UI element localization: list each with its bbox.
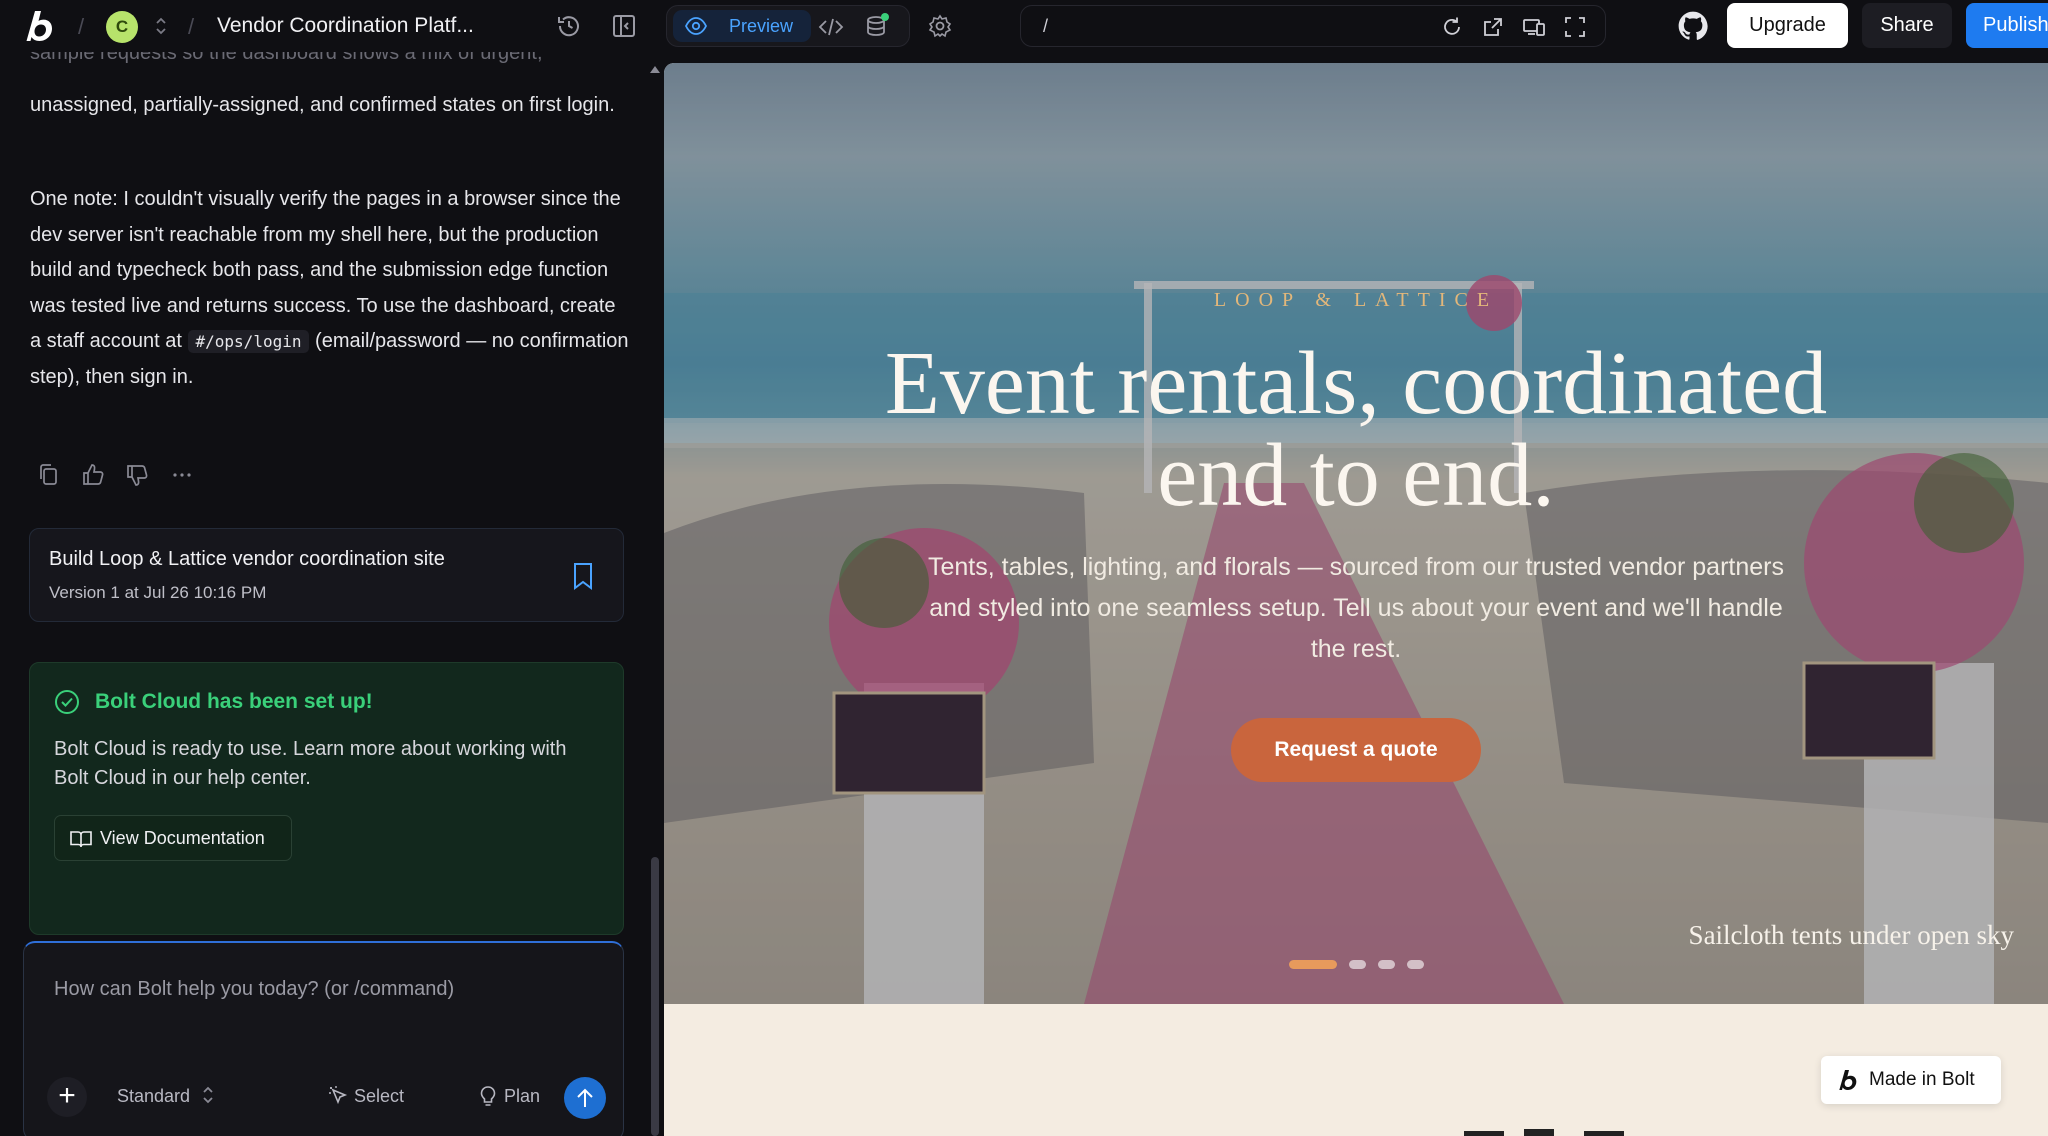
hero-title-line-1: Event rentals, coordinated: [884, 334, 1828, 433]
carousel-dot[interactable]: [1289, 960, 1337, 969]
version-timestamp: Version 1 at Jul 26 10:16 PM: [49, 583, 267, 602]
chevron-up-down-icon[interactable]: [154, 14, 168, 38]
chevron-up-down-icon[interactable]: [201, 1083, 215, 1107]
mode-selector[interactable]: Standard: [117, 1086, 190, 1107]
chat-panel: sample requests so the dashboard shows a…: [0, 52, 650, 1136]
site-preview: LOOP & LATTICE Event rentals, coordinate…: [664, 63, 2048, 1136]
hero-title: Event rentals, coordinated end to end.: [664, 338, 2048, 522]
open-external-icon[interactable]: [1481, 15, 1505, 39]
preview-tab[interactable]: Preview: [673, 10, 811, 42]
chat-note-text: One note: I couldn't visually verify the…: [30, 188, 621, 352]
section-heading-peek: [1464, 1129, 1624, 1136]
share-button[interactable]: Share: [1862, 3, 1952, 48]
cursor-select-icon: [329, 1086, 348, 1105]
hero-title-line-2: end to end.: [1157, 426, 1555, 525]
project-avatar[interactable]: C: [106, 11, 138, 43]
slide-caption: Sailcloth tents under open sky: [1688, 920, 2014, 950]
made-in-bolt-badge[interactable]: Made in Bolt: [1821, 1056, 2001, 1104]
database-icon[interactable]: [863, 12, 891, 40]
login-route-code: #/ops/login: [187, 330, 310, 353]
carousel-dot[interactable]: [1349, 960, 1366, 969]
bolt-logo-icon: [1839, 1070, 1857, 1090]
preview-url-bar[interactable]: /: [1020, 5, 1606, 47]
history-icon[interactable]: [555, 12, 583, 40]
bookmark-icon[interactable]: [570, 561, 596, 591]
code-icon[interactable]: [817, 13, 845, 41]
bolt-cloud-notice: Bolt Cloud has been set up! Bolt Cloud i…: [29, 662, 624, 935]
top-bar: / C / Vendor Coordination Platf... Previ…: [0, 0, 2048, 52]
chat-input-placeholder[interactable]: How can Bolt help you today? (or /comman…: [54, 978, 454, 1001]
toggle-sidebar-icon[interactable]: [610, 12, 638, 40]
brand-eyebrow: LOOP & LATTICE: [1213, 289, 1499, 311]
copy-icon[interactable]: [36, 462, 62, 488]
fullscreen-icon[interactable]: [1563, 15, 1587, 39]
plan-label: Plan: [504, 1086, 541, 1106]
settings-gear-icon[interactable]: [926, 12, 954, 40]
thumbs-down-icon[interactable]: [124, 462, 150, 488]
view-documentation-button[interactable]: View Documentation: [54, 815, 292, 861]
chat-message-paragraph: unassigned, partially-assigned, and conf…: [30, 94, 615, 116]
cloud-notice-body: Bolt Cloud is ready to use. Learn more a…: [54, 738, 567, 789]
upgrade-button[interactable]: Upgrade: [1727, 3, 1848, 48]
url-path[interactable]: /: [1043, 16, 1048, 37]
send-button[interactable]: [564, 1077, 606, 1119]
separator: /: [188, 14, 195, 39]
hero-section: LOOP & LATTICE Event rentals, coordinate…: [664, 63, 2048, 1004]
hero-subtitle: Tents, tables, lighting, and florals — s…: [928, 553, 1784, 663]
thumbs-up-icon[interactable]: [80, 462, 106, 488]
plan-button[interactable]: Plan: [480, 1086, 541, 1107]
add-attachment-button[interactable]: +: [47, 1077, 87, 1117]
carousel-dot[interactable]: [1378, 960, 1395, 969]
book-icon: [70, 831, 92, 848]
chat-input-box[interactable]: How can Bolt help you today? (or /comman…: [23, 941, 624, 1136]
eye-icon: [685, 17, 707, 35]
separator: /: [78, 14, 85, 39]
carousel-dot[interactable]: [1407, 960, 1424, 969]
version-card[interactable]: Build Loop & Lattice vendor coordination…: [29, 528, 624, 622]
request-quote-button[interactable]: Request a quote: [1231, 718, 1481, 782]
scroll-up-arrow[interactable]: [650, 66, 660, 73]
github-icon[interactable]: [1678, 11, 1708, 41]
bolt-logo-icon[interactable]: [26, 9, 56, 43]
reload-icon[interactable]: [1440, 15, 1464, 39]
select-label: Select: [354, 1086, 405, 1106]
version-title: Build Loop & Lattice vendor coordination…: [49, 548, 445, 570]
lightbulb-icon: [480, 1086, 496, 1106]
view-documentation-label: View Documentation: [100, 828, 265, 848]
hero-overlay: [664, 63, 2048, 1004]
chat-text-faded: sample requests so the dashboard shows a…: [30, 52, 543, 64]
preview-tab-label: Preview: [729, 16, 794, 36]
more-options-icon[interactable]: [170, 462, 196, 488]
cloud-notice-title: Bolt Cloud has been set up!: [95, 690, 373, 713]
arrow-up-icon: [577, 1088, 593, 1107]
chat-message-note: One note: I couldn't visually verify the…: [30, 182, 630, 395]
made-in-bolt-label: Made in Bolt: [1869, 1069, 1975, 1090]
responsive-devices-icon[interactable]: [1522, 15, 1546, 39]
view-mode-switcher: Preview: [666, 5, 910, 47]
project-title[interactable]: Vendor Coordination Platf...: [217, 14, 474, 38]
chat-scrollbar-thumb[interactable]: [651, 857, 659, 1136]
chat-message-faded-line: sample requests so the dashboard shows a…: [30, 52, 630, 72]
publish-button[interactable]: Publish: [1966, 3, 2048, 48]
select-element-button[interactable]: Select: [329, 1086, 405, 1107]
check-circle-icon: [55, 690, 79, 714]
